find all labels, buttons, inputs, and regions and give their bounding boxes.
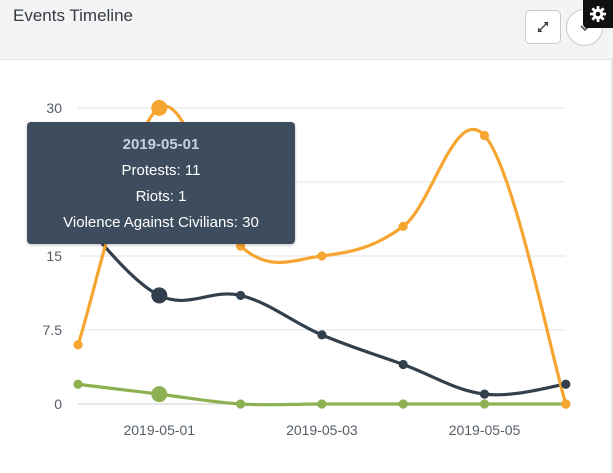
- tooltip-violence: Violence Against Civilians: 30: [63, 214, 259, 231]
- point-riots[interactable]: [236, 399, 246, 409]
- point-riots[interactable]: [73, 379, 83, 389]
- point-protests[interactable]: [317, 330, 327, 340]
- point-protests[interactable]: [151, 287, 168, 304]
- tooltip-protests: Protests: 11: [121, 162, 201, 179]
- panel-title: Events Timeline: [13, 6, 133, 25]
- point-violence-against-civilians[interactable]: [73, 340, 83, 350]
- point-riots[interactable]: [317, 399, 327, 409]
- panel-header: Events Timeline: [0, 0, 613, 60]
- point-violence-against-civilians[interactable]: [151, 99, 168, 116]
- y-tick-label: 15: [46, 248, 62, 264]
- point-violence-against-civilians[interactable]: [561, 399, 571, 409]
- tooltip-date: 2019-05-01: [122, 136, 200, 153]
- point-protests[interactable]: [236, 290, 246, 301]
- tooltip-riots: Riots: 1: [135, 188, 187, 205]
- x-tick-label: 2019-05-03: [286, 422, 358, 438]
- y-tick-label: 7.5: [43, 322, 63, 338]
- x-tick-label: 2019-05-01: [123, 422, 195, 438]
- x-axis-labels: 2019-05-01 2019-05-03 2019-05-05: [123, 422, 520, 438]
- point-riots[interactable]: [479, 399, 490, 409]
- x-tick-label: 2019-05-05: [449, 422, 521, 438]
- point-violence-against-civilians[interactable]: [398, 221, 408, 231]
- point-protests[interactable]: [398, 359, 408, 370]
- point-violence-against-civilians[interactable]: [317, 251, 327, 261]
- point-protests[interactable]: [479, 389, 490, 399]
- point-riots[interactable]: [151, 386, 168, 403]
- chart-tooltip: 2019-05-01 Protests: 11 Riots: 1 Violenc…: [27, 122, 295, 244]
- settings-button[interactable]: [583, 0, 613, 28]
- point-protests[interactable]: [561, 379, 571, 389]
- gear-icon: [590, 6, 606, 22]
- expand-button[interactable]: [525, 10, 561, 44]
- point-violence-against-civilians[interactable]: [479, 130, 490, 141]
- expand-arrows-icon: [537, 21, 549, 33]
- y-tick-label: 0: [54, 396, 62, 412]
- point-riots[interactable]: [398, 399, 408, 409]
- y-tick-label: 30: [46, 100, 62, 116]
